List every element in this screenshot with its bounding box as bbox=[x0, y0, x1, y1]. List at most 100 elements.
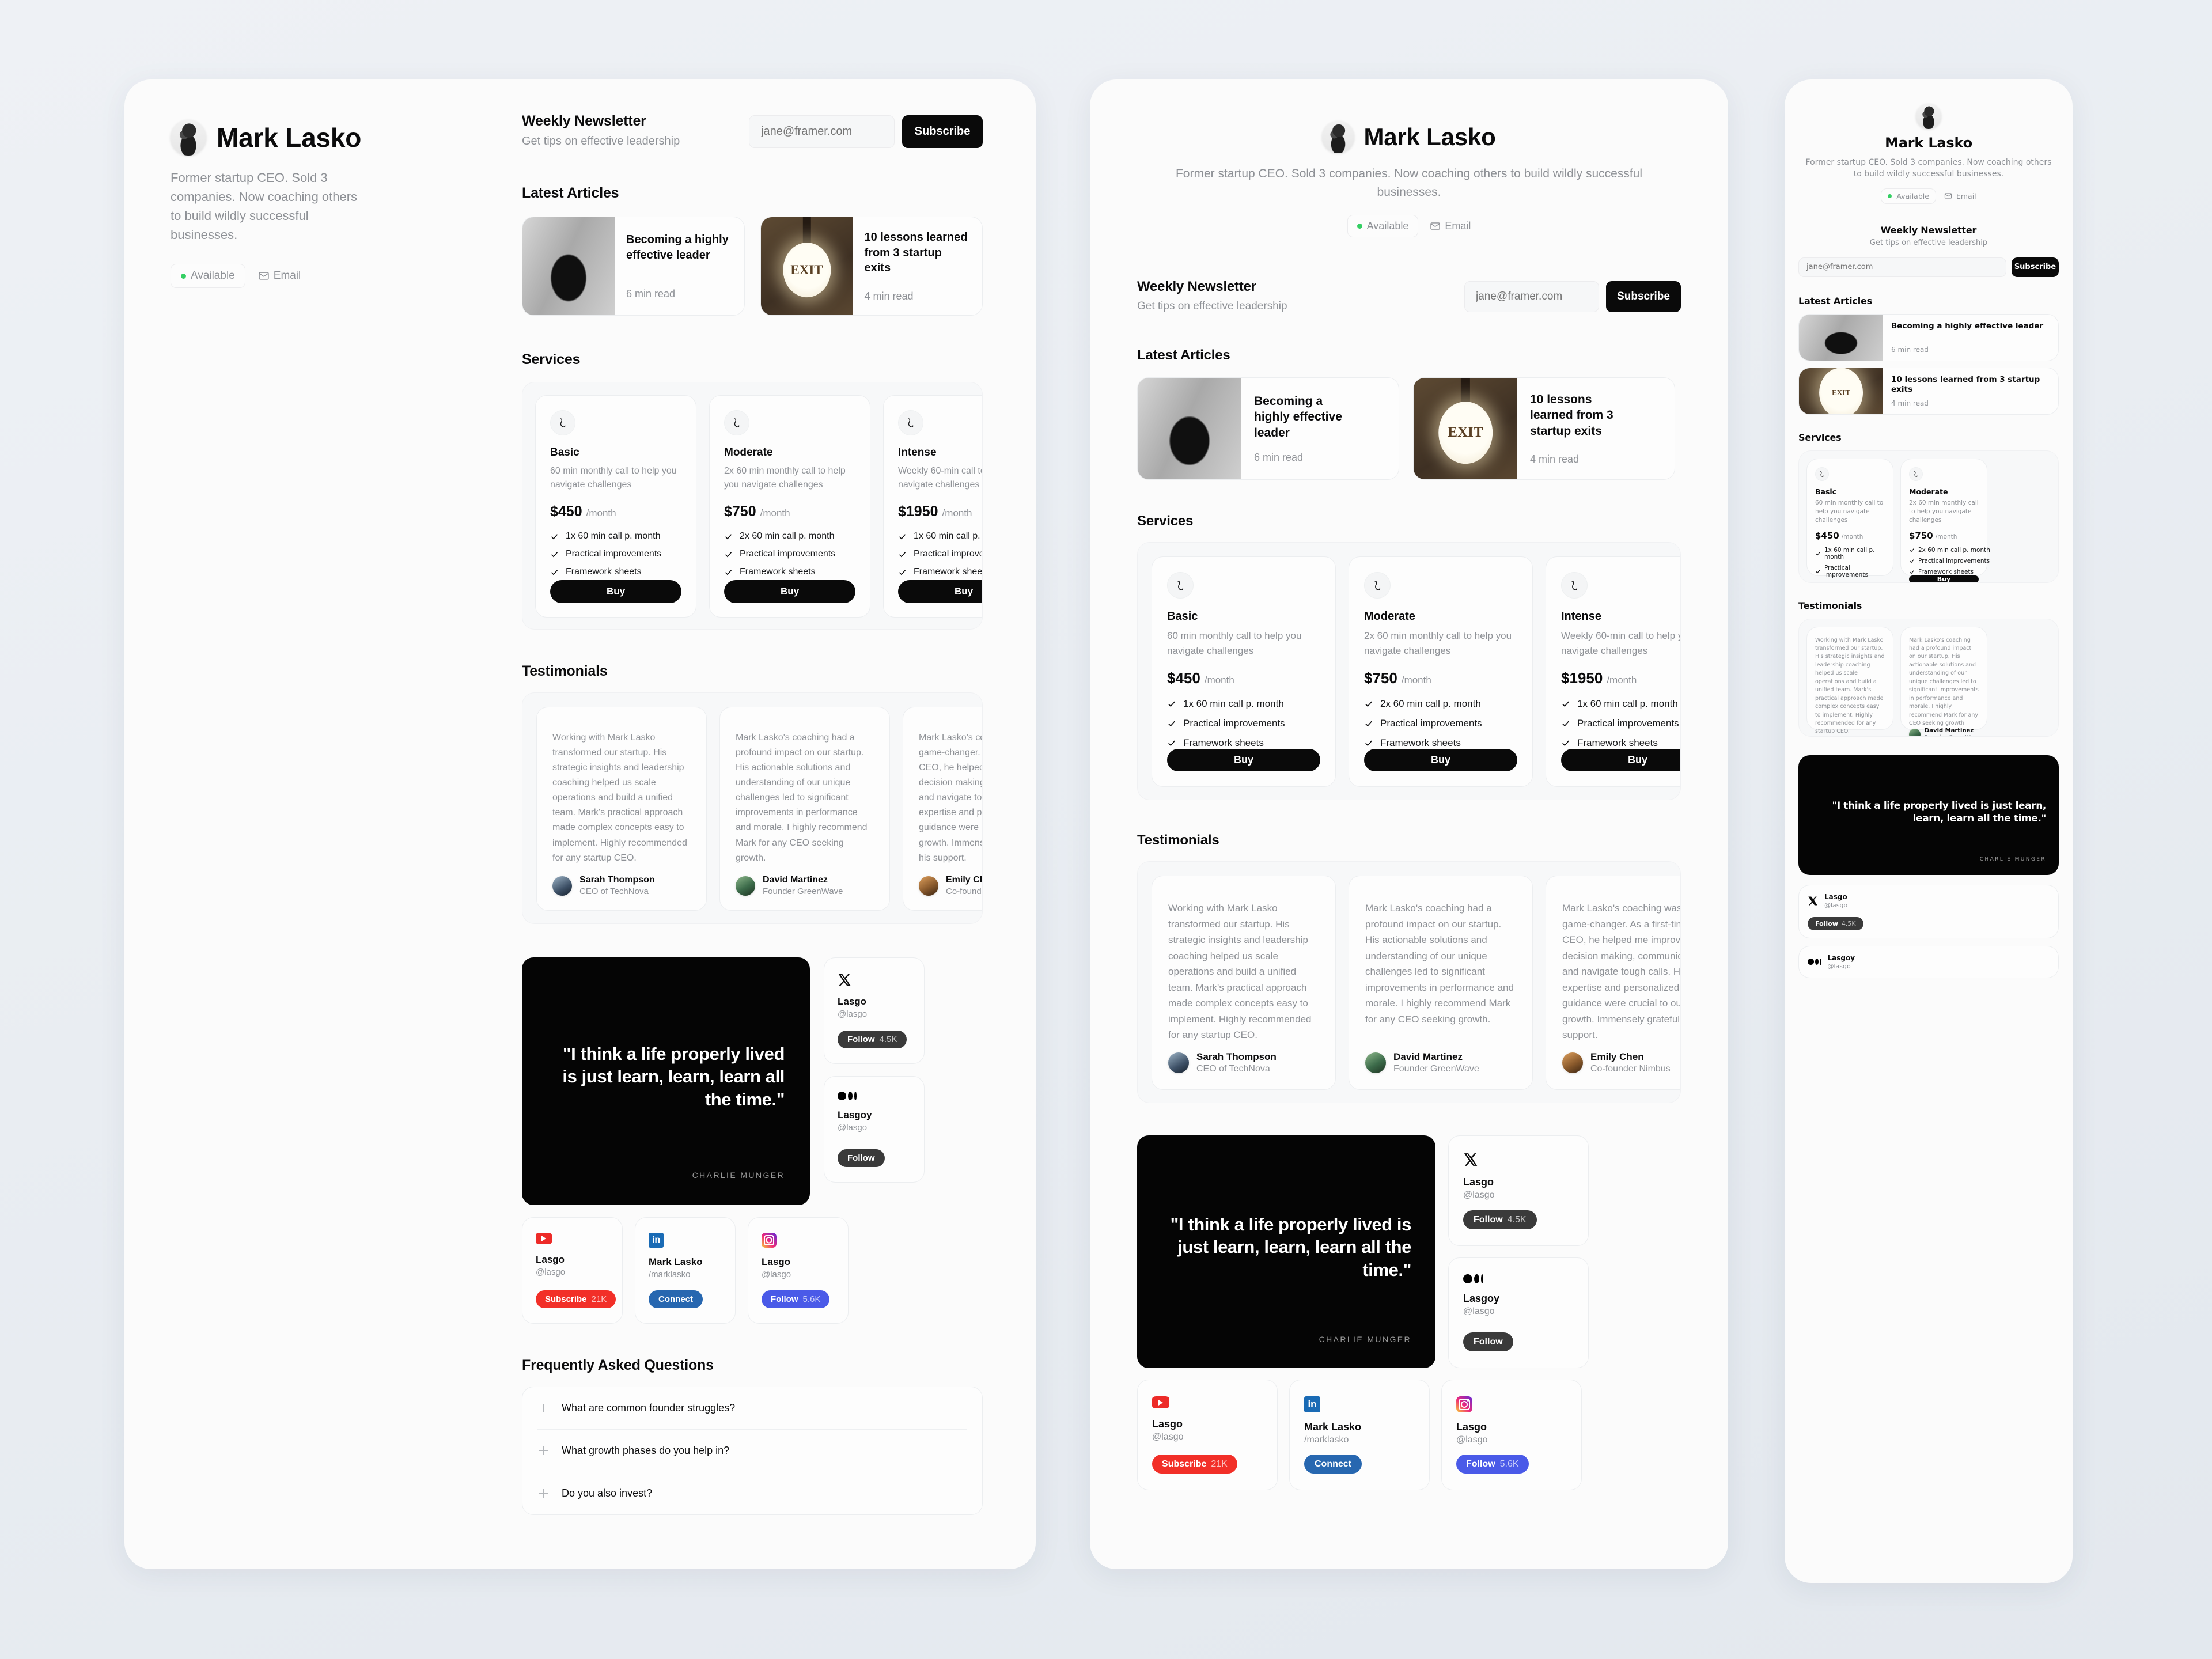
faq-item[interactable]: .plus::before{width:15px;height:1.8px;ma… bbox=[537, 1387, 967, 1429]
subscribe-button[interactable]: Subscribe 21K bbox=[536, 1290, 616, 1308]
check-icon bbox=[1562, 701, 1569, 707]
email-link[interactable]: Email bbox=[1430, 220, 1471, 232]
social-card-youtube[interactable]: Lasgo @lasgo Subscribe 21K bbox=[522, 1217, 623, 1324]
service-feature: 1x 60 min call p. month bbox=[898, 531, 982, 541]
service-card-basic: Basic 60 min monthly call to help you na… bbox=[535, 395, 696, 618]
buy-button[interactable]: Buy bbox=[1167, 749, 1320, 771]
service-price: $450 bbox=[1815, 531, 1839, 541]
social-card-instagram[interactable]: Lasgo @lasgo Follow 5.6K bbox=[1441, 1380, 1582, 1490]
social-name: Lasgo bbox=[1824, 892, 1847, 901]
services-carousel[interactable]: Basic 60 min monthly call to help you na… bbox=[1798, 450, 2059, 583]
social-card-youtube[interactable]: Lasgo @lasgo Subscribe 21K bbox=[1137, 1380, 1278, 1490]
service-card-moderate: Moderate 2x 60 min monthly call to help … bbox=[1349, 556, 1533, 787]
social-card-instagram[interactable]: Lasgo @lasgo Follow 5.6K bbox=[748, 1217, 849, 1324]
testimonials-heading: Testimonials bbox=[522, 663, 608, 679]
social-card-medium[interactable]: Lasgoy @lasgo Follow bbox=[1448, 1257, 1589, 1368]
social-handle: @lasgo bbox=[1456, 1435, 1488, 1445]
social-card-medium[interactable]: Lasgoy @lasgo bbox=[1798, 945, 2059, 978]
social-card-x-twitter[interactable]: Lasgo @lasgo Follow 4.5K bbox=[1798, 884, 2059, 938]
social-card-linkedin[interactable]: in Mark Lasko /marklasko Connect bbox=[635, 1217, 736, 1324]
mail-icon bbox=[1944, 193, 1952, 199]
quote-socials-row: "I think a life properly lived is just l… bbox=[522, 957, 983, 1205]
lamp-stem bbox=[802, 217, 811, 243]
follower-count: 4.5K bbox=[879, 1035, 897, 1044]
testimonial-author: David Martinez bbox=[763, 875, 828, 885]
article-title: 10 lessons learned from 3 startup exits bbox=[864, 231, 968, 275]
social-card-linkedin[interactable]: in Mark Lasko /marklasko Connect bbox=[1289, 1380, 1430, 1490]
buy-button[interactable]: Buy bbox=[724, 580, 855, 603]
connect-button[interactable]: Connect bbox=[649, 1290, 703, 1308]
testimonials-carousel[interactable]: Working with Mark Lasko transformed our … bbox=[1798, 618, 2059, 737]
service-period: /month bbox=[1935, 533, 1957, 541]
service-card-intense: Intense Weekly 60-min call to help you n… bbox=[883, 395, 982, 618]
service-name: Moderate bbox=[1909, 487, 1948, 496]
article-card[interactable]: EXIT 10 lessons learned from 3 startup e… bbox=[1798, 367, 2059, 415]
follow-button[interactable]: Follow 4.5K bbox=[1463, 1210, 1537, 1229]
social-card-x-twitter[interactable]: Lasgo @lasgo Follow 4.5K bbox=[1448, 1135, 1589, 1246]
subscribe-button[interactable]: Subscribe bbox=[2012, 257, 2059, 277]
testimonial-author: Emily Chen bbox=[946, 875, 982, 885]
newsletter-email-input[interactable] bbox=[1798, 257, 2006, 277]
article-card[interactable]: Becoming a highly effective leader 6 min… bbox=[522, 217, 745, 316]
service-feature-label: 1x 60 min call p. month bbox=[566, 531, 661, 541]
newsletter-email-input[interactable] bbox=[749, 115, 895, 148]
email-link[interactable]: Email bbox=[258, 270, 301, 282]
artboard: Mark Lasko Former startup CEO. Sold 3 co… bbox=[0, 0, 2212, 1659]
quote-author: CHARLIE MUNGER bbox=[1319, 1334, 1411, 1344]
testimonial-card: Mark Lasko's coaching was a game-changer… bbox=[903, 707, 982, 911]
service-name: Basic bbox=[1815, 487, 1837, 496]
testimonial-author: Sarah Thompson bbox=[1831, 736, 1885, 737]
newsletter-email-input[interactable] bbox=[1464, 281, 1599, 312]
faq-item[interactable]: Do you also invest? bbox=[537, 1472, 967, 1514]
article-read-time: 6 min read bbox=[1891, 345, 1929, 354]
buy-button[interactable]: Buy bbox=[1909, 575, 1979, 582]
x-icon bbox=[838, 974, 851, 986]
service-feature: Practical improvements bbox=[898, 549, 982, 559]
social-name: Lasgoy bbox=[1463, 1293, 1500, 1304]
mail-icon bbox=[1430, 222, 1441, 230]
exit-bulb-label: EXIT bbox=[1819, 368, 1863, 414]
follow-button[interactable]: Follow bbox=[838, 1149, 885, 1167]
article-card[interactable]: Becoming a highly effective leader 6 min… bbox=[1137, 377, 1399, 480]
page-title: Mark Lasko bbox=[1885, 135, 1972, 151]
service-feature: Practical improvements bbox=[1364, 718, 1517, 729]
services-carousel[interactable]: Basic 60 min monthly call to help you na… bbox=[1137, 542, 1681, 800]
buy-button[interactable]: Buy bbox=[550, 580, 681, 603]
service-feature-label: Framework sheets bbox=[1183, 737, 1264, 748]
article-card[interactable]: EXIT 10 lessons learned from 3 startup e… bbox=[1413, 377, 1675, 480]
follow-button[interactable]: Follow 4.5K bbox=[1808, 916, 1863, 930]
follow-button[interactable]: Follow 5.6K bbox=[762, 1290, 830, 1308]
lamp-stem bbox=[1460, 378, 1471, 404]
connect-button[interactable]: Connect bbox=[1304, 1455, 1362, 1474]
article-card[interactable]: EXIT 10 lessons learned from 3 startup e… bbox=[760, 217, 983, 316]
subscriber-count: 21K bbox=[1211, 1459, 1228, 1469]
subscribe-button[interactable]: Subscribe 21K bbox=[1152, 1455, 1237, 1474]
social-name: Lasgo bbox=[1463, 1176, 1494, 1188]
testimonials-carousel[interactable]: Working with Mark Lasko transformed our … bbox=[522, 692, 983, 924]
subscribe-button[interactable]: Subscribe bbox=[1606, 281, 1681, 312]
faq-question: What are common founder struggles? bbox=[562, 1402, 736, 1414]
email-link[interactable]: Email bbox=[1944, 192, 1976, 200]
page-title: Mark Lasko bbox=[217, 123, 362, 153]
testimonials-carousel[interactable]: Working with Mark Lasko transformed our … bbox=[1137, 861, 1681, 1103]
email-label: Email bbox=[1956, 191, 1976, 200]
check-icon bbox=[1562, 721, 1569, 727]
buy-button[interactable]: Buy bbox=[898, 580, 982, 603]
buy-button[interactable]: Buy bbox=[1364, 749, 1517, 771]
newsletter-title: Weekly Newsletter bbox=[1880, 224, 1977, 236]
follow-button[interactable]: Follow 4.5K bbox=[838, 1031, 907, 1048]
buy-button[interactable]: Buy bbox=[1561, 749, 1680, 771]
subscribe-button[interactable]: Subscribe bbox=[902, 115, 983, 148]
follow-button[interactable]: Follow 5.6K bbox=[1456, 1455, 1529, 1474]
social-card-medium[interactable]: Lasgoy @lasgo Follow bbox=[824, 1076, 925, 1183]
article-card[interactable]: Becoming a highly effective leader 6 min… bbox=[1798, 313, 2059, 361]
status-badge: Available bbox=[1347, 215, 1419, 237]
social-handle: @lasgo bbox=[1463, 1190, 1495, 1200]
article-title: Becoming a highly effective leader bbox=[626, 233, 729, 262]
check-icon bbox=[1168, 721, 1175, 727]
social-card-x-twitter[interactable]: Lasgo @lasgo Follow 4.5K bbox=[824, 957, 925, 1064]
follow-label: Follow bbox=[1466, 1459, 1495, 1469]
follow-button[interactable]: Follow bbox=[1463, 1332, 1513, 1351]
services-carousel[interactable]: Basic 60 min monthly call to help you na… bbox=[522, 382, 983, 630]
faq-item[interactable]: What growth phases do you help in? bbox=[537, 1430, 967, 1472]
